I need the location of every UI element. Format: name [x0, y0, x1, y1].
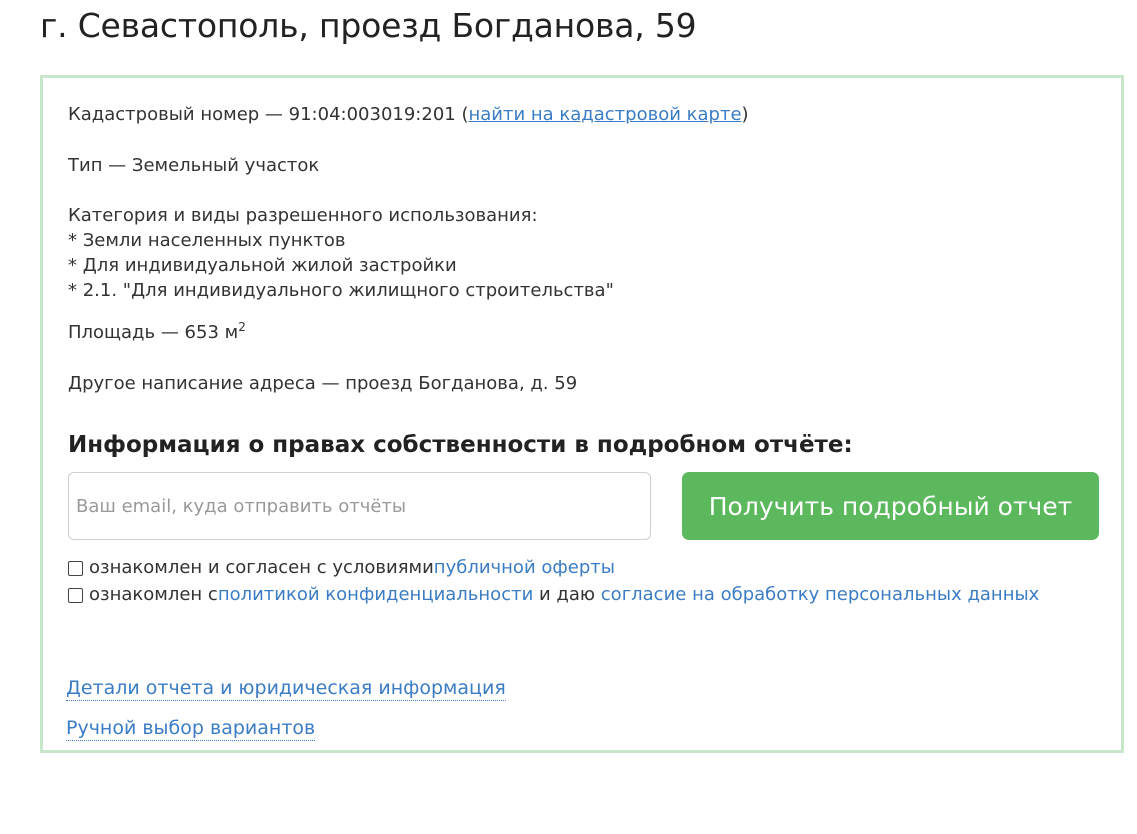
email-input[interactable] — [68, 472, 651, 540]
privacy-consent-checkbox[interactable] — [68, 587, 83, 603]
category-item: * Земли населенных пунктов — [68, 230, 346, 251]
report-heading: Информация о правах собственности в подр… — [68, 432, 853, 458]
page: г. Севастополь, проезд Богданова, 59 Кад… — [0, 0, 1137, 834]
offer-consent-text: ознакомлен и согласен с условиями — [89, 557, 434, 578]
area-line: Площадь — 653 м2 — [68, 320, 246, 345]
privacy-consent-text: ознакомлен с — [89, 584, 218, 605]
cadastral-close-paren: ) — [741, 104, 749, 125]
manual-selection-link[interactable]: Ручной выбор вариантов — [66, 716, 316, 741]
cadastral-number-line: Кадастровый номер — 91:04:003019:201 (на… — [68, 102, 749, 127]
category-item: * 2.1. "Для индивидуального жилищного ст… — [68, 280, 614, 301]
privacy-policy-link[interactable]: политикой конфиденциальности — [218, 584, 533, 606]
privacy-consent-middle: и даю — [533, 584, 601, 605]
report-details-link[interactable]: Детали отчета и юридическая информация — [66, 676, 506, 701]
category-heading: Категория и виды разрешенного использова… — [68, 205, 538, 226]
alt-address-line: Другое написание адреса — проезд Богдано… — [68, 373, 578, 394]
cadastral-map-link[interactable]: найти на кадастровой карте — [468, 104, 741, 125]
type-line: Тип — Земельный участок — [68, 155, 320, 176]
personal-data-consent-link[interactable]: согласие на обработку персональных данны… — [601, 584, 1040, 606]
property-card: Кадастровый номер — 91:04:003019:201 (на… — [40, 75, 1124, 753]
category-item: * Для индивидуальной жилой застройки — [68, 255, 457, 276]
get-report-button[interactable]: Получить подробный отчет — [682, 472, 1099, 540]
offer-consent-checkbox[interactable] — [68, 560, 83, 576]
cadastral-number-label: Кадастровый номер — 91:04:003019:201 ( — [68, 104, 469, 125]
page-title: г. Севастополь, проезд Богданова, 59 — [40, 6, 697, 45]
area-superscript: 2 — [238, 320, 246, 334]
category-block: Категория и виды разрешенного использова… — [68, 203, 614, 303]
public-offer-link[interactable]: публичной оферты — [434, 557, 615, 579]
area-label: Площадь — 653 м — [68, 322, 239, 343]
privacy-consent-row: ознакомлен с политикой конфиденциальност… — [68, 584, 1039, 606]
offer-consent-row: ознакомлен и согласен с условиями публич… — [68, 557, 615, 579]
